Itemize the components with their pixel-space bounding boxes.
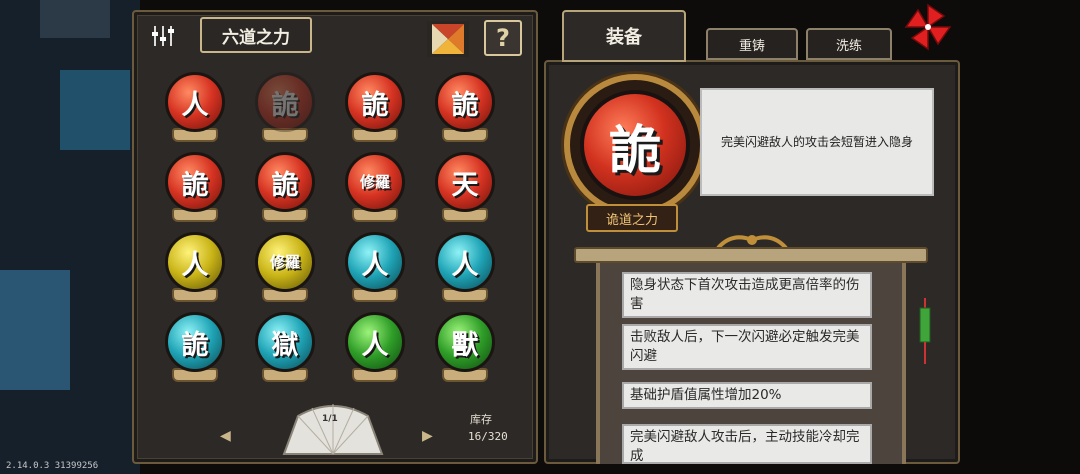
orb-name: 诡道之力: [586, 204, 678, 232]
orb-glyph: 獄: [255, 312, 315, 372]
orb-slot[interactable]: 詭: [250, 150, 320, 226]
orb-slot[interactable]: 詭: [160, 310, 230, 386]
orb-slot[interactable]: 詭: [340, 70, 410, 146]
orb-slot[interactable]: 天: [430, 150, 500, 226]
stock-label: 库存: [470, 413, 492, 426]
panel-title: 六道之力: [200, 17, 312, 53]
version-label: 2.14.0.3 31399256: [6, 461, 99, 471]
orb-glyph: 人: [165, 232, 225, 292]
orb-glyph: 詭: [255, 72, 315, 132]
next-page-arrow[interactable]: ▶: [422, 428, 433, 444]
tassel-ornament: [919, 298, 931, 364]
tab-refine[interactable]: 洗练: [806, 28, 892, 60]
orb-glyph: 詭: [165, 152, 225, 212]
page-fan-icon: [282, 404, 384, 455]
orb-slot[interactable]: 詭: [250, 70, 320, 146]
orb-glyph: 天: [435, 152, 495, 212]
effect-item-2: 击败敌人后，下一次闪避必定触发完美闪避: [622, 324, 872, 370]
background-scene: [0, 0, 140, 474]
orb-slot[interactable]: 獸: [430, 310, 500, 386]
effect-item-4: 完美闪避敌人攻击后，主动技能冷却完成: [622, 424, 872, 464]
orb-slot[interactable]: 人: [160, 70, 230, 146]
scroll-rod: [574, 247, 928, 263]
selected-orb: 詭: [580, 90, 690, 200]
orb-slot[interactable]: 修羅: [340, 150, 410, 226]
orb-slot[interactable]: 人: [340, 230, 410, 306]
orb-glyph: 修羅: [255, 232, 315, 292]
effect-item-3: 基础护盾值属性增加20%: [622, 382, 872, 409]
tab-equip[interactable]: 装备: [562, 10, 686, 62]
prev-page-arrow[interactable]: ◀: [220, 428, 231, 444]
orb-slot[interactable]: 人: [430, 230, 500, 306]
orb-glyph: 修羅: [345, 152, 405, 212]
orb-description: 完美闪避敌人的攻击会短暂进入隐身: [700, 88, 934, 196]
orb-slot[interactable]: 詭: [430, 70, 500, 146]
orb-slot[interactable]: 詭: [160, 150, 230, 226]
orb-slot[interactable]: 人: [160, 230, 230, 306]
tuning-icon[interactable]: [150, 24, 180, 48]
help-button[interactable]: ?: [484, 20, 522, 56]
orb-glyph: 人: [435, 232, 495, 292]
effect-item-1: 隐身状态下首次攻击造成更高倍率的伤害: [622, 272, 872, 318]
orb-grid: 人詭詭詭詭詭修羅天人修羅人人詭獄人獸: [160, 70, 500, 400]
orb-glyph: 詭: [435, 72, 495, 132]
orb-slot[interactable]: 人: [340, 310, 410, 386]
orb-glyph: 詭: [255, 152, 315, 212]
tab-reforge[interactable]: 重铸: [706, 28, 798, 60]
orb-glyph: 人: [165, 72, 225, 132]
stock-count: 16/320: [468, 430, 508, 443]
background-right: [960, 0, 1080, 474]
orb-glyph: 獸: [435, 312, 495, 372]
orb-glyph: 人: [345, 232, 405, 292]
orb-glyph: 詭: [345, 72, 405, 132]
pinwheel-icon[interactable]: [900, 2, 956, 52]
orb-slot[interactable]: 獄: [250, 310, 320, 386]
orb-glyph: 詭: [165, 312, 225, 372]
orb-slot[interactable]: 修羅: [250, 230, 320, 306]
page-indicator: 1/1: [322, 414, 338, 424]
tangram-icon[interactable]: [426, 20, 470, 58]
orb-glyph: 人: [345, 312, 405, 372]
